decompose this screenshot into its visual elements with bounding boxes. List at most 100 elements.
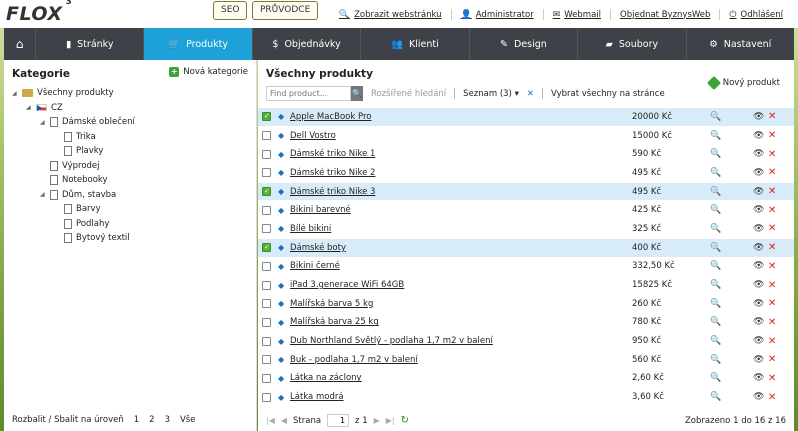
search-button[interactable]: 🔍 [351,86,363,101]
nav-tab[interactable]: 👥 Klienti [361,28,470,60]
select-all-link[interactable]: Vybrat všechny na stránce [551,89,665,99]
tree-item[interactable]: Trika [12,130,135,145]
search-icon[interactable]: 🔍 [710,299,721,309]
delete-icon[interactable]: ✕ [768,149,776,160]
row-checkbox[interactable] [262,299,271,309]
expand-arrow-icon[interactable]: ◢ [12,90,18,97]
eye-icon[interactable]: 👁 [753,187,764,197]
search-icon[interactable]: 🔍 [710,243,721,253]
search-icon[interactable]: 🔍 [710,187,721,197]
delete-icon[interactable]: ✕ [768,205,776,216]
page-input[interactable] [327,414,350,427]
eye-icon[interactable]: 👁 [753,299,764,309]
tree-item[interactable]: Barvy [12,202,135,217]
header-link[interactable]: ⏻ Odhlášení [719,9,792,20]
row-checkbox[interactable] [262,392,271,402]
tree-item[interactable]: ◢ Dům, stavba [12,188,135,203]
header-link[interactable]: 🔍 Zobrazit webstránku [330,9,451,20]
search-icon[interactable]: 🔍 [710,355,721,365]
delete-icon[interactable]: ✕ [768,317,776,328]
eye-icon[interactable]: 👁 [753,112,764,122]
product-name-link[interactable]: Bikini barevné [290,205,351,215]
delete-icon[interactable]: ✕ [768,167,776,178]
first-page-icon[interactable]: |◀ [266,416,275,425]
product-name-link[interactable]: Dámské triko Nike 2 [290,168,375,178]
eye-icon[interactable]: 👁 [753,392,764,402]
row-checkbox[interactable] [262,205,271,215]
logo[interactable]: FLOX3 [6,0,72,25]
header-link[interactable]: Objednat ByznysWeb [610,9,719,20]
new-product-button[interactable]: Nový produkt [706,75,780,91]
search-icon[interactable]: 🔍 [710,168,721,178]
row-checkbox[interactable] [262,131,271,141]
delete-icon[interactable]: ✕ [768,298,776,309]
delete-icon[interactable]: ✕ [768,111,776,122]
clear-selection-icon[interactable]: ✕ [527,89,534,99]
delete-icon[interactable]: ✕ [768,280,776,291]
row-checkbox[interactable] [262,243,271,253]
tree-item[interactable]: ◢ Všechny produkty [12,86,135,101]
search-icon[interactable]: 🔍 [710,280,721,290]
delete-icon[interactable]: ✕ [768,242,776,253]
guide-button[interactable]: PRŮVODCE [252,1,319,20]
row-checkbox[interactable] [262,373,271,383]
search-icon[interactable]: 🔍 [710,392,721,402]
search-icon[interactable]: 🔍 [710,149,721,159]
row-checkbox[interactable] [262,280,271,290]
product-name-link[interactable]: Bílé bikini [290,224,331,234]
row-checkbox[interactable] [262,261,271,271]
tree-item[interactable]: Podlahy [12,217,135,232]
product-name-link[interactable]: Apple MacBook Pro [290,112,371,122]
expand-arrow-icon[interactable]: ◢ [40,191,46,198]
eye-icon[interactable]: 👁 [753,168,764,178]
delete-icon[interactable]: ✕ [768,373,776,384]
tree-item[interactable]: Plavky [12,144,135,159]
eye-icon[interactable]: 👁 [753,131,764,141]
row-checkbox[interactable] [262,355,271,365]
product-name-link[interactable]: Dub Northland Světlý - podlaha 1,7 m2 v … [290,336,493,346]
tree-item[interactable]: Notebooky [12,173,135,188]
row-checkbox[interactable] [262,224,271,234]
tree-level-link[interactable]: Vše [180,415,195,425]
refresh-icon[interactable]: ↻ [401,415,409,426]
search-icon[interactable]: 🔍 [710,317,721,327]
new-category-button[interactable]: + Nová kategorie [169,67,248,77]
tree-level-link[interactable]: 2 [149,415,154,425]
delete-icon[interactable]: ✕ [768,336,776,347]
row-checkbox[interactable] [262,317,271,327]
nav-tab[interactable]: ✎ Design [470,28,579,60]
tree-level-link[interactable]: 3 [165,415,170,425]
product-name-link[interactable]: iPad 3.generace WiFi 64GB [290,280,404,290]
product-name-link[interactable]: Buk - podlaha 1,7 m2 v balení [290,355,418,365]
eye-icon[interactable]: 👁 [753,280,764,290]
eye-icon[interactable]: 👁 [753,336,764,346]
product-name-link[interactable]: Dámské boty [290,243,346,253]
product-name-link[interactable]: Látka na záclony [290,373,362,383]
delete-icon[interactable]: ✕ [768,392,776,403]
home-icon[interactable]: ⌂ [4,28,36,60]
row-checkbox[interactable] [262,149,271,159]
row-checkbox[interactable] [262,112,271,122]
list-select[interactable]: Seznam (3) ▾ [463,89,519,99]
delete-icon[interactable]: ✕ [768,261,776,272]
eye-icon[interactable]: 👁 [753,149,764,159]
prev-page-icon[interactable]: ◀ [281,416,287,425]
eye-icon[interactable]: 👁 [753,205,764,215]
delete-icon[interactable]: ✕ [768,186,776,197]
product-name-link[interactable]: Malířská barva 25 kg [290,317,379,327]
nav-tab[interactable]: ▮ Stránky [36,28,145,60]
search-icon[interactable]: 🔍 [710,112,721,122]
nav-tab[interactable]: $ Objednávky [253,28,362,60]
row-checkbox[interactable] [262,168,271,178]
product-name-link[interactable]: Látka modrá [290,392,344,402]
seo-button[interactable]: SEO [213,1,248,20]
delete-icon[interactable]: ✕ [768,130,776,141]
last-page-icon[interactable]: ▶| [386,416,395,425]
product-name-link[interactable]: Malířská barva 5 kg [290,299,373,309]
search-icon[interactable]: 🔍 [710,336,721,346]
tree-item[interactable]: Bytový textil [12,231,135,246]
search-icon[interactable]: 🔍 [710,373,721,383]
search-icon[interactable]: 🔍 [710,205,721,215]
product-name-link[interactable]: Bikini černé [290,261,340,271]
row-checkbox[interactable] [262,187,271,197]
